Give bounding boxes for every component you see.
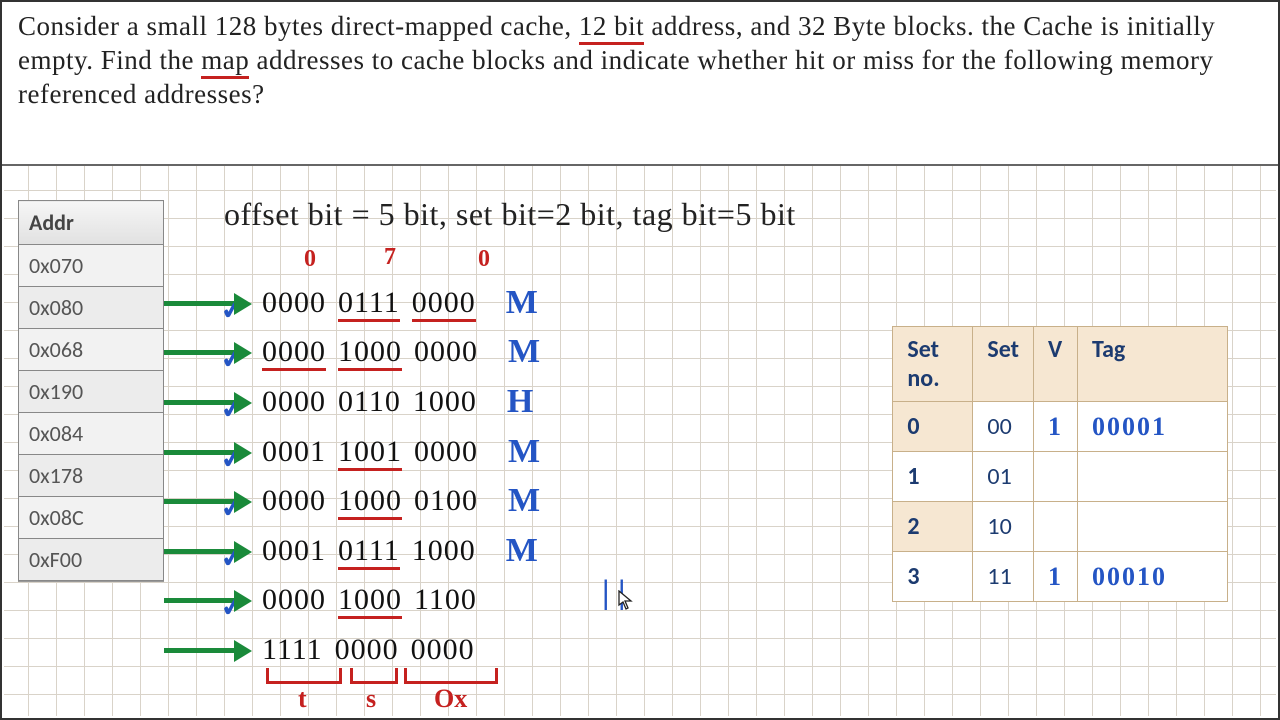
hex-note: 0 bbox=[304, 246, 316, 273]
binary-value: 000001110000 bbox=[262, 286, 488, 320]
binary-value: 000110010000 bbox=[262, 435, 490, 469]
bracket-label-ox: Ox bbox=[434, 684, 467, 714]
cache-header: V bbox=[1034, 327, 1078, 402]
bracket-tag bbox=[266, 668, 342, 684]
cache-header: Set no. bbox=[893, 327, 973, 402]
check-icon: ✓ bbox=[218, 390, 247, 427]
hex-note: 0 bbox=[478, 246, 490, 273]
q-segment: Consider a small 128 bytes direct-mapped… bbox=[18, 11, 579, 41]
binary-value: 111100000000 bbox=[262, 633, 487, 667]
hit-miss: M bbox=[508, 333, 540, 371]
addr-cell: 0x190 bbox=[19, 371, 164, 413]
hit-miss: M bbox=[506, 284, 538, 322]
binary-row: ✓ 000010001100 bbox=[164, 576, 540, 626]
arrow-icon: ✓ bbox=[164, 437, 256, 467]
binary-row: ✓ 000010000100 M bbox=[164, 476, 540, 526]
check-icon: ✓ bbox=[218, 539, 247, 576]
addr-cell: 0x080 bbox=[19, 287, 164, 329]
addr-cell: 0x084 bbox=[19, 413, 164, 455]
cache-header: Tag bbox=[1078, 327, 1228, 402]
check-icon: ✓ bbox=[218, 340, 247, 377]
binary-row: ✓ 000110010000 M bbox=[164, 427, 540, 477]
bracket-offset bbox=[404, 668, 498, 684]
check-icon: ✓ bbox=[218, 291, 247, 328]
cache-row: 3 11 1 00010 bbox=[893, 552, 1228, 602]
binary-value: 000101111000 bbox=[262, 534, 488, 568]
binary-rows: ✓ 000001110000 M ✓ 000010000000 M ✓ 0000… bbox=[164, 278, 540, 675]
question-text: Consider a small 128 bytes direct-mapped… bbox=[18, 10, 1262, 111]
binary-value: 000010001100 bbox=[262, 583, 489, 617]
cache-table: Set no. Set V Tag 0 00 1 00001 1 01 2 10 bbox=[892, 326, 1228, 602]
hex-note: 7 bbox=[384, 244, 396, 271]
cache-row: 2 10 bbox=[893, 502, 1228, 552]
q-map: map bbox=[201, 45, 249, 79]
arrow-icon: ✓ bbox=[164, 486, 256, 516]
hit-miss: M bbox=[506, 532, 538, 570]
binary-value: 000001101000 bbox=[262, 385, 489, 419]
addr-cell: 0x068 bbox=[19, 329, 164, 371]
arrow-icon: ✓ bbox=[164, 337, 256, 367]
addr-cell: 0x178 bbox=[19, 455, 164, 497]
addr-header: Addr bbox=[19, 201, 164, 245]
arrow-icon: ✓ bbox=[164, 387, 256, 417]
cache-header: Set bbox=[973, 327, 1034, 402]
cursor-icon bbox=[618, 590, 634, 610]
bitfield-summary: offset bit = 5 bit, set bit=2 bit, tag b… bbox=[224, 196, 796, 233]
arrow-icon: ✓ bbox=[164, 585, 256, 615]
page: Consider a small 128 bytes direct-mapped… bbox=[0, 0, 1280, 720]
work-area: Addr 0x070 0x080 0x068 0x190 0x084 0x178… bbox=[4, 166, 1276, 716]
bracket-label-s: s bbox=[366, 684, 376, 714]
binary-row: ✓ 000101111000 M bbox=[164, 526, 540, 576]
arrow-icon bbox=[164, 635, 256, 665]
address-table: Addr 0x070 0x080 0x068 0x190 0x084 0x178… bbox=[18, 200, 164, 581]
bracket-set bbox=[350, 668, 398, 684]
binary-row: ✓ 000010000000 M bbox=[164, 328, 540, 378]
hit-miss: H bbox=[507, 383, 533, 421]
binary-value: 000010000100 bbox=[262, 484, 490, 518]
check-icon: ✓ bbox=[218, 588, 247, 625]
arrow-icon: ✓ bbox=[164, 288, 256, 318]
bracket-label-t: t bbox=[298, 684, 307, 714]
cache-row: 0 00 1 00001 bbox=[893, 402, 1228, 452]
arrow-icon: ✓ bbox=[164, 536, 256, 566]
q-bit: 12 bit bbox=[579, 11, 644, 45]
addr-cell: 0xF00 bbox=[19, 539, 164, 581]
binary-row: ✓ 000001101000 H bbox=[164, 377, 540, 427]
addr-cell: 0x08C bbox=[19, 497, 164, 539]
hit-miss: M bbox=[508, 433, 540, 471]
check-icon: ✓ bbox=[218, 439, 247, 476]
binary-value: 000010000000 bbox=[262, 335, 490, 369]
check-icon: ✓ bbox=[218, 489, 247, 526]
hit-miss: M bbox=[508, 482, 540, 520]
binary-row: ✓ 000001110000 M bbox=[164, 278, 540, 328]
cache-row: 1 01 bbox=[893, 452, 1228, 502]
addr-cell: 0x070 bbox=[19, 245, 164, 287]
